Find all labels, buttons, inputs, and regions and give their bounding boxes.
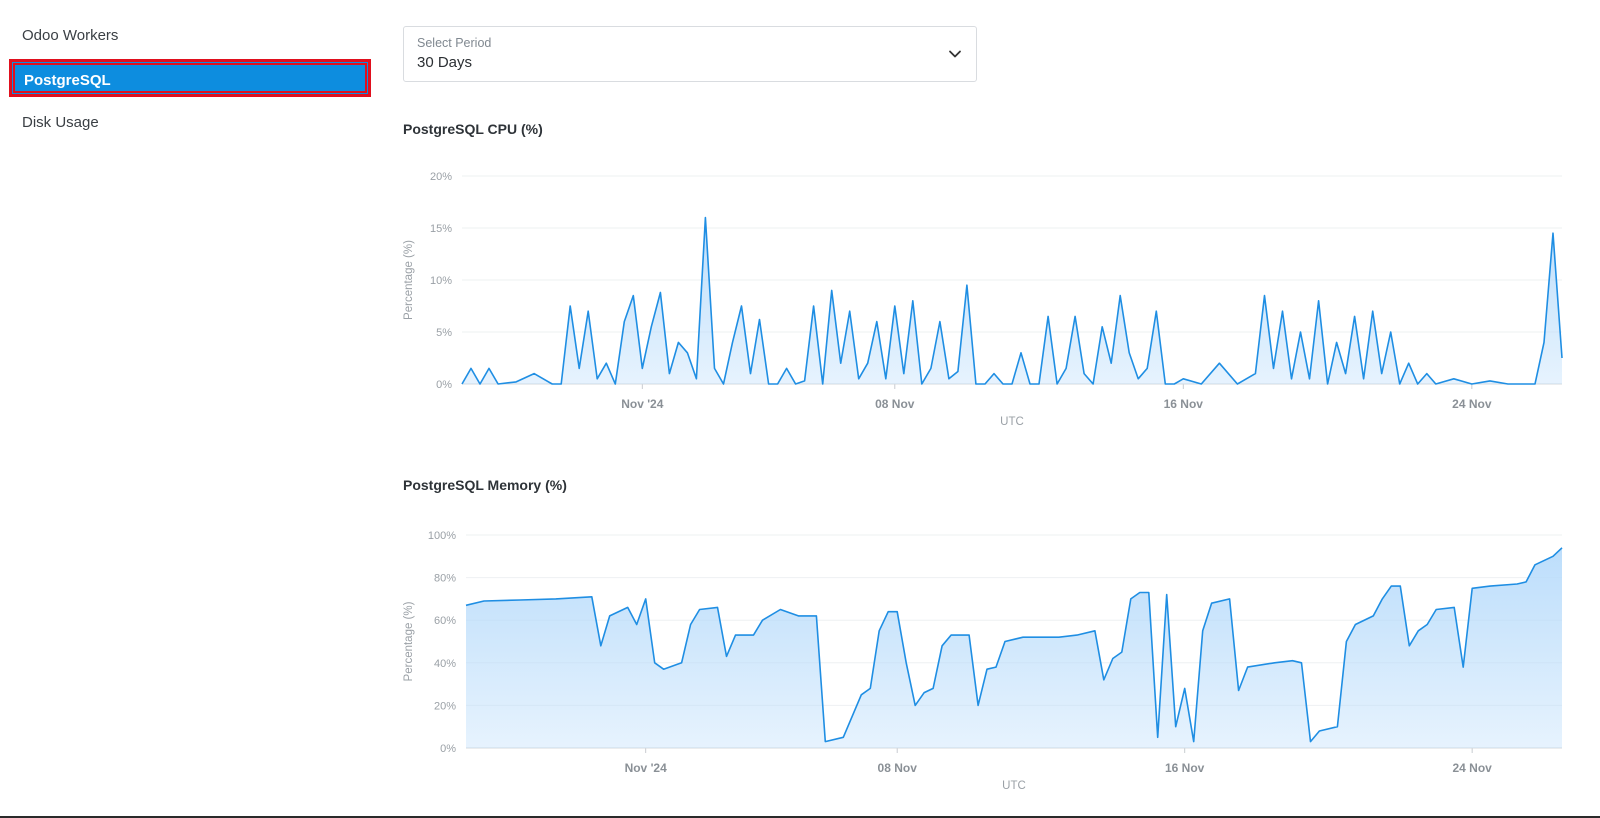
memory-chart-x-axis-title: UTC xyxy=(1002,780,1026,792)
memory-chart-y-tick-label: 40% xyxy=(434,658,456,670)
period-select-label: Select Period xyxy=(417,36,492,50)
cpu-chart-x-axis-title: UTC xyxy=(1000,416,1024,428)
period-select[interactable]: Select Period 30 Days xyxy=(403,26,977,82)
cpu-chart-y-tick-label: 0% xyxy=(436,379,452,391)
sidebar-item-postgresql[interactable]: PostgreSQL xyxy=(9,59,371,97)
cpu-chart-x-tick-label: Nov '24 xyxy=(621,397,664,411)
cpu-chart-y-tick-label: 5% xyxy=(436,327,452,339)
memory-chart-y-tick-label: 0% xyxy=(440,743,456,755)
cpu-chart: 0% 5% 10% 15% 20% Nov '24 08 Nov 16 Nov 24 Nov UT… xyxy=(403,171,1563,428)
cpu-chart-x-tick-label: 16 Nov xyxy=(1164,397,1204,411)
cpu-chart-x-tick-label: 08 Nov xyxy=(875,397,915,411)
sidebar-item-odoo-workers[interactable]: Odoo Workers xyxy=(22,20,118,52)
cpu-chart-y-tick-label: 10% xyxy=(430,275,452,287)
memory-chart-x-tick-label: 16 Nov xyxy=(1165,761,1205,775)
cpu-chart-y-tick-label: 15% xyxy=(430,223,452,235)
memory-chart-x-tick-label: 24 Nov xyxy=(1452,761,1492,775)
cpu-chart-title: PostgreSQL CPU (%) xyxy=(403,121,543,137)
memory-chart-y-axis-title: Percentage (%) xyxy=(403,601,415,681)
memory-chart-x-tick-label: Nov '24 xyxy=(625,761,668,775)
cpu-chart-series-area xyxy=(462,217,1562,384)
cpu-chart-y-axis-title: Percentage (%) xyxy=(403,240,415,320)
cpu-chart-y-tick-label: 20% xyxy=(430,171,452,183)
memory-chart-y-tick-label: 80% xyxy=(434,573,456,585)
cpu-chart-x-tick-label: 24 Nov xyxy=(1452,397,1492,411)
chevron-down-icon[interactable] xyxy=(946,45,964,63)
memory-chart-y-tick-label: 60% xyxy=(434,615,456,627)
memory-chart-title: PostgreSQL Memory (%) xyxy=(403,477,567,493)
sidebar-item-disk-usage[interactable]: Disk Usage xyxy=(22,107,99,139)
sidebar: Odoo Workers PostgreSQL Disk Usage xyxy=(0,0,390,818)
memory-chart-x-tick-label: 08 Nov xyxy=(878,761,918,775)
memory-chart-y-tick-label: 20% xyxy=(434,700,456,712)
memory-chart: 0% 20% 40% 60% 80% 100% Nov '24 08 Nov 16 Nov 24 … xyxy=(403,530,1563,792)
period-select-value: 30 Days xyxy=(417,54,473,71)
memory-chart-y-tick-label: 100% xyxy=(428,530,456,542)
